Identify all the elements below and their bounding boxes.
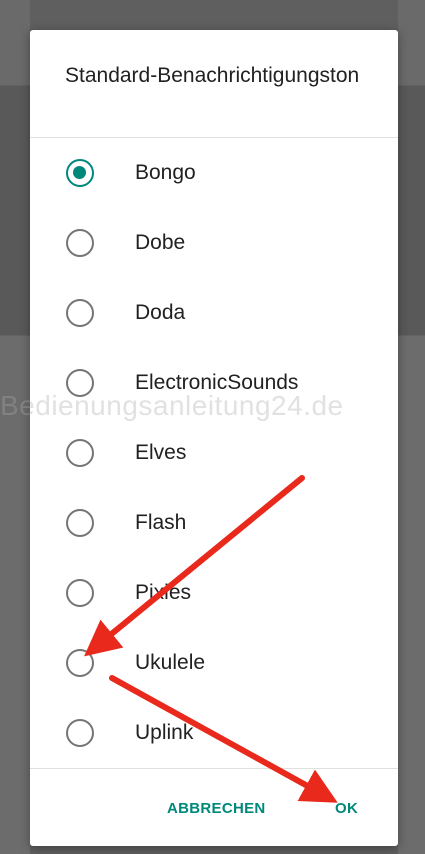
ringtone-option-pixies[interactable]: Pixies <box>30 558 398 628</box>
ringtone-option-elves[interactable]: Elves <box>30 418 398 488</box>
ringtone-label: Doda <box>135 301 186 324</box>
ringtone-option-doda[interactable]: Doda <box>30 278 398 348</box>
backdrop-right <box>398 0 425 854</box>
radio-unchecked-icon[interactable] <box>66 439 94 467</box>
ringtone-label: Bongo <box>135 161 196 184</box>
ringtone-label: Ukulele <box>135 651 206 674</box>
ringtone-label: ElectronicSounds <box>135 371 299 394</box>
radio-unchecked-icon[interactable] <box>66 649 94 677</box>
cancel-button[interactable]: ABBRECHEN <box>167 800 266 817</box>
ringtone-label: Pixies <box>135 581 192 604</box>
radio-unchecked-icon[interactable] <box>66 719 94 747</box>
ringtone-label: Dobe <box>135 231 186 254</box>
ok-button[interactable]: OK <box>335 800 358 817</box>
radio-unchecked-icon[interactable] <box>66 579 94 607</box>
ringtone-option-uplink[interactable]: Uplink <box>30 698 398 768</box>
ringtone-label: Uplink <box>135 721 194 744</box>
radio-unchecked-icon[interactable] <box>66 509 94 537</box>
ringtone-option-ukulele[interactable]: Ukulele <box>30 628 398 698</box>
radio-checked-icon[interactable] <box>66 159 94 187</box>
ringtone-label: Flash <box>135 511 187 534</box>
backdrop-left <box>0 0 30 854</box>
ringtone-option-electronicsounds[interactable]: ElectronicSounds <box>30 348 398 418</box>
ringtone-label: Elves <box>135 441 187 464</box>
ringtone-option-dobe[interactable]: Dobe <box>30 208 398 278</box>
radio-unchecked-icon[interactable] <box>66 229 94 257</box>
ringtone-option-flash[interactable]: Flash <box>30 488 398 558</box>
ringtone-dialog: Standard-Benachrichtigungston Bongo Dobe… <box>30 30 398 846</box>
radio-unchecked-icon[interactable] <box>66 299 94 327</box>
divider <box>30 768 398 769</box>
ringtone-option-bongo[interactable]: Bongo <box>30 138 398 208</box>
radio-unchecked-icon[interactable] <box>66 369 94 397</box>
dialog-title: Standard-Benachrichtigungston <box>65 64 360 87</box>
